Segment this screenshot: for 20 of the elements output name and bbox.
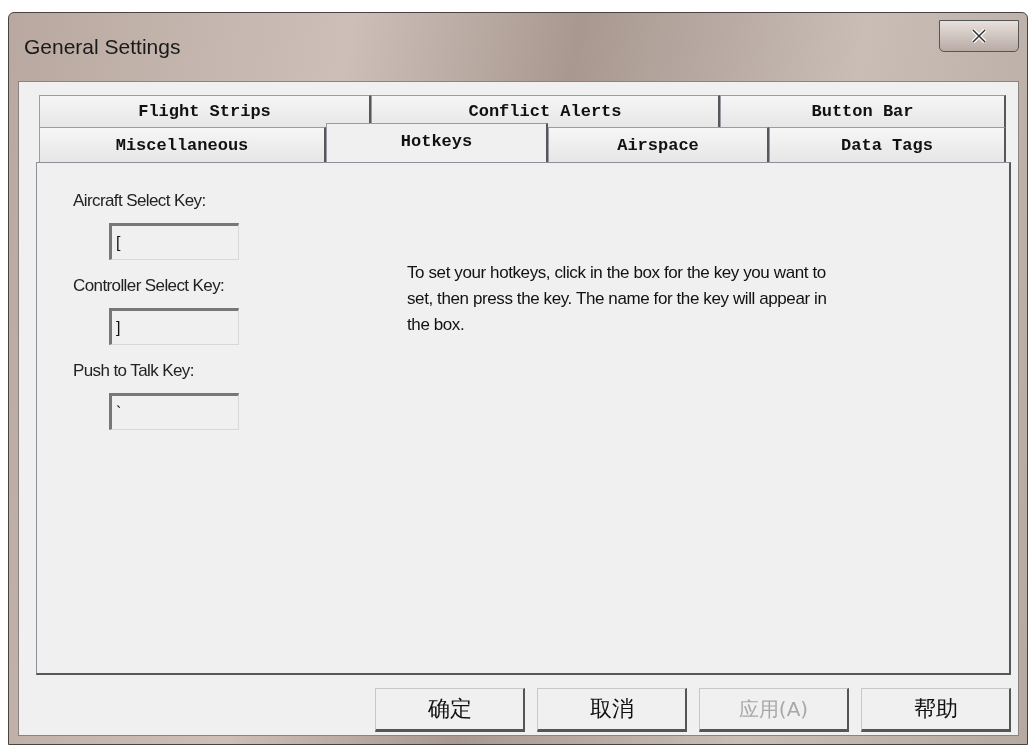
field-label: Aircraft Select Key:	[73, 191, 206, 211]
field-label: Controller Select Key:	[73, 276, 225, 296]
input-field[interactable]: [	[109, 223, 239, 260]
tab[interactable]: Airspace	[548, 127, 769, 162]
tab[interactable]: Data Tags	[769, 127, 1006, 162]
tab[interactable]: Miscellaneous	[39, 127, 326, 162]
instructions-text: To set your hotkeys, click in the box for the key you want to set, then press the key. The name for the key will appear in the box.	[407, 262, 827, 336]
window-title: General Settings	[24, 35, 181, 59]
dialog-button[interactable]: 帮助	[861, 688, 1011, 732]
input-field[interactable]: `	[109, 393, 239, 430]
dialog-button[interactable]: 取消	[537, 688, 687, 732]
tab[interactable]: Button Bar	[720, 95, 1006, 127]
field-label: Push to Talk Key:	[73, 361, 194, 381]
tab[interactable]: Hotkeys	[326, 123, 548, 162]
tab[interactable]: Flight Strips	[39, 95, 371, 127]
close-button[interactable]	[939, 20, 1019, 52]
dialog-button[interactable]: 确定	[375, 688, 525, 732]
tab[interactable]: Conflict Alerts	[371, 95, 720, 127]
close-icon	[971, 29, 987, 43]
input-field[interactable]: ]	[109, 308, 239, 345]
